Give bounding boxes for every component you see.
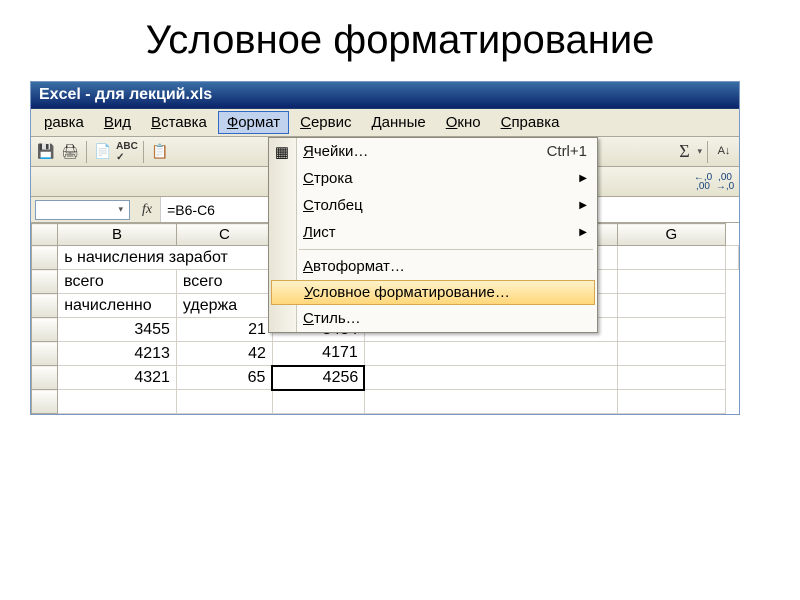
menu-item[interactable]: Ячейки… ▦ Ctrl+1 [269, 138, 597, 165]
cell[interactable] [726, 246, 739, 270]
select-all-corner[interactable] [32, 224, 58, 246]
save-icon[interactable]: 💾 [35, 141, 57, 163]
column-header-G[interactable]: G [617, 224, 725, 246]
cell[interactable] [364, 366, 617, 390]
row-header[interactable] [32, 270, 58, 294]
cell[interactable] [272, 390, 364, 414]
row-header[interactable] [32, 294, 58, 318]
slide-title: Условное форматирование [0, 0, 800, 81]
cell[interactable]: всего [176, 270, 272, 294]
cell[interactable]: 4256 [272, 366, 364, 390]
menu-item[interactable]: Столбец ▶ [269, 192, 597, 219]
decrease-decimal-icon[interactable]: ,00→,0 [715, 172, 735, 192]
menu-item-равка[interactable]: равка [35, 111, 93, 134]
name-box[interactable]: ▾ [35, 200, 130, 220]
menu-item-label: Ячейки… [303, 143, 368, 160]
menu-item-label: Стиль… [303, 310, 361, 327]
autosum-icon[interactable]: Σ [673, 141, 695, 163]
menu-item[interactable]: Стиль… [269, 305, 597, 332]
row-header[interactable] [32, 366, 58, 390]
cell[interactable]: всего [58, 270, 177, 294]
sort-icon[interactable]: А↓ [713, 141, 735, 163]
menu-item-label: Лист [303, 224, 336, 241]
menu-shortcut: Ctrl+1 [547, 143, 587, 160]
menu-item-label: Автоформат… [303, 258, 405, 275]
menu-item[interactable]: Условное форматирование… [271, 280, 595, 305]
cell[interactable] [58, 390, 177, 414]
cell[interactable] [364, 390, 617, 414]
cell[interactable]: начисленно [58, 294, 177, 318]
cell[interactable]: 3455 [58, 318, 177, 342]
submenu-arrow-icon: ▶ [579, 200, 587, 211]
separator [143, 141, 144, 163]
cell[interactable]: 4171 [272, 342, 364, 366]
submenu-arrow-icon: ▶ [579, 227, 587, 238]
separator [707, 141, 708, 163]
cell[interactable]: 4213 [58, 342, 177, 366]
fx-label[interactable]: fx [134, 202, 160, 218]
menu-item-данные[interactable]: Данные [363, 111, 435, 134]
window-titlebar: Excel - для лекций.xls [31, 82, 739, 109]
cell[interactable]: 65 [176, 366, 272, 390]
cell[interactable] [617, 342, 725, 366]
cell[interactable]: 42 [176, 342, 272, 366]
menu-separator [299, 249, 593, 250]
cell[interactable] [617, 246, 725, 270]
menu-item-сервис[interactable]: Сервис [291, 111, 360, 134]
chevron-down-icon[interactable]: ▾ [697, 146, 702, 157]
column-header-B[interactable]: B [58, 224, 177, 246]
print-icon[interactable]: 🖨 [59, 141, 81, 163]
cell[interactable] [364, 342, 617, 366]
menu-item-окно[interactable]: Окно [437, 111, 490, 134]
row-header[interactable] [32, 246, 58, 270]
cell[interactable]: 21 [176, 318, 272, 342]
menu-item-вид[interactable]: Вид [95, 111, 140, 134]
spellcheck-icon[interactable]: ABC✓ [116, 141, 138, 163]
menu-item-label: Условное форматирование… [304, 284, 510, 301]
cell[interactable] [617, 318, 725, 342]
row-header[interactable] [32, 342, 58, 366]
menu-item-справка[interactable]: Справка [492, 111, 569, 134]
submenu-arrow-icon: ▶ [579, 173, 587, 184]
cell[interactable] [617, 270, 725, 294]
cell[interactable] [176, 390, 272, 414]
cell[interactable] [617, 294, 725, 318]
row-header[interactable] [32, 318, 58, 342]
format-menu-dropdown: Ячейки… ▦ Ctrl+1 Строка ▶ Столбец ▶ Лист ▶ Автофо… [268, 137, 598, 333]
menu-item-label: Столбец [303, 197, 363, 214]
menu-item-формат[interactable]: Формат [218, 111, 289, 134]
excel-window: Excel - для лекций.xls равкаВидВставкаФо… [30, 81, 740, 415]
cell[interactable] [617, 390, 725, 414]
chevron-down-icon: ▾ [118, 204, 123, 215]
menu-item-вставка[interactable]: Вставка [142, 111, 216, 134]
cell[interactable] [617, 366, 725, 390]
row-header[interactable] [32, 390, 58, 414]
formula-text: =B6-C6 [167, 202, 215, 218]
menu-bar: равкаВидВставкаФорматСервисДанныеОкноСпр… [31, 109, 739, 137]
separator [86, 141, 87, 163]
cell[interactable]: удержа [176, 294, 272, 318]
print-preview-icon[interactable]: 📄 [92, 141, 114, 163]
menu-item-label: Строка [303, 170, 353, 187]
menu-item[interactable]: Строка ▶ [269, 165, 597, 192]
cells-icon: ▦ [273, 143, 291, 161]
properties-icon[interactable]: 📋 [149, 141, 171, 163]
column-header-C[interactable]: C [176, 224, 272, 246]
menu-item[interactable]: Лист ▶ [269, 219, 597, 246]
cell[interactable]: 4321 [58, 366, 177, 390]
increase-decimal-icon[interactable]: ←,0,00 [693, 172, 713, 192]
menu-item[interactable]: Автоформат… [269, 253, 597, 280]
